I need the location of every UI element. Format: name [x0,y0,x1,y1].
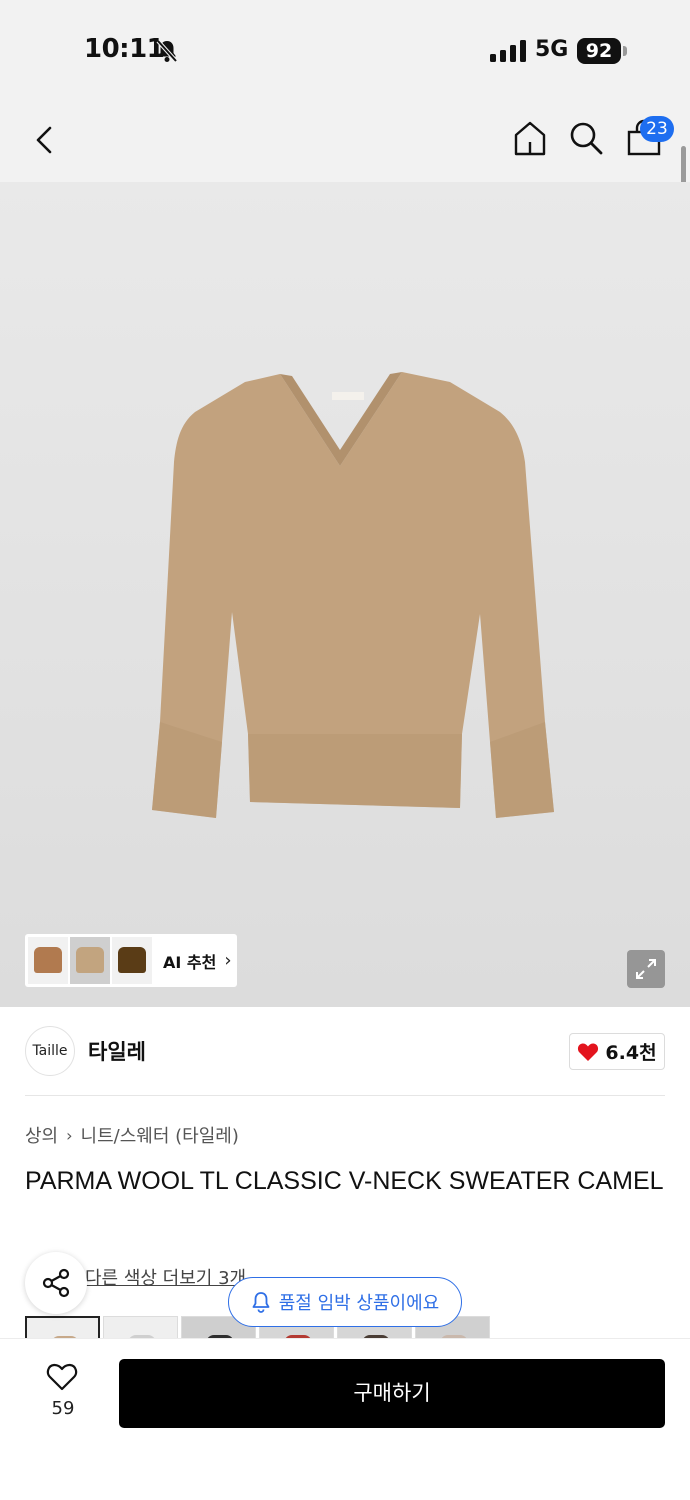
product-title: PARMA WOOL TL CLASSIC V-NECK SWEATER CAM… [25,1167,664,1195]
heart-outline-icon [46,1363,78,1391]
ai-thumb-1[interactable] [28,937,68,984]
share-icon [42,1268,70,1298]
ai-thumb-sweater [34,947,62,973]
brand-like-button[interactable]: 6.4천 [569,1033,665,1070]
cellular-signal-icon [490,40,526,62]
ai-recommend-chip[interactable]: AI 추천 › [25,934,237,987]
wishlist-count: 59 [51,1398,75,1419]
status-time: 10:11 [84,34,165,64]
color-more-link[interactable]: 다른 색상 더보기 3개 [85,1264,246,1290]
battery-indicator: 92 [577,38,621,64]
status-bar: 10:11 5G 92 [0,0,690,100]
buy-button[interactable]: 구매하기 [119,1359,665,1428]
brand-name[interactable]: 타일레 [88,1036,146,1066]
bell-icon [252,1292,270,1313]
ai-thumb-2[interactable] [70,937,110,984]
chevron-right-icon: › [224,950,232,971]
brand-like-count: 6.4천 [605,1042,657,1064]
home-icon[interactable] [510,118,550,158]
search-icon[interactable] [566,118,606,158]
breadcrumb-subcategory[interactable]: 니트/스웨터 (타일레) [81,1122,239,1148]
breadcrumb-category[interactable]: 상의 [25,1122,58,1148]
nav-bar [0,100,690,182]
divider [25,1095,665,1096]
cart-count-badge: 23 [640,116,674,142]
expand-icon[interactable] [627,950,665,988]
share-button[interactable] [25,1252,87,1314]
low-stock-text: 품절 임박 상품이에요 [278,1293,440,1314]
ai-thumb-3[interactable] [112,937,152,984]
breadcrumb: 상의 › 니트/스웨터 (타일레) [25,1122,239,1148]
heart-filled-icon [578,1042,599,1061]
ai-thumb-sweater [76,947,104,973]
sweater-image [152,372,554,818]
brand-logo[interactable]: Taille [25,1026,75,1076]
ai-recommend-label: AI 추천 [163,952,217,972]
product-image[interactable] [0,182,690,1007]
bell-off-icon [156,39,178,63]
back-icon[interactable] [28,120,62,160]
ai-thumb-sweater [118,947,146,973]
low-stock-toast[interactable]: 품절 임박 상품이에요 [228,1277,462,1327]
battery-tip [623,46,627,56]
network-type: 5G [535,37,569,62]
wishlist-button[interactable]: 59 [40,1362,86,1422]
chevron-right-icon: › [66,1125,73,1145]
